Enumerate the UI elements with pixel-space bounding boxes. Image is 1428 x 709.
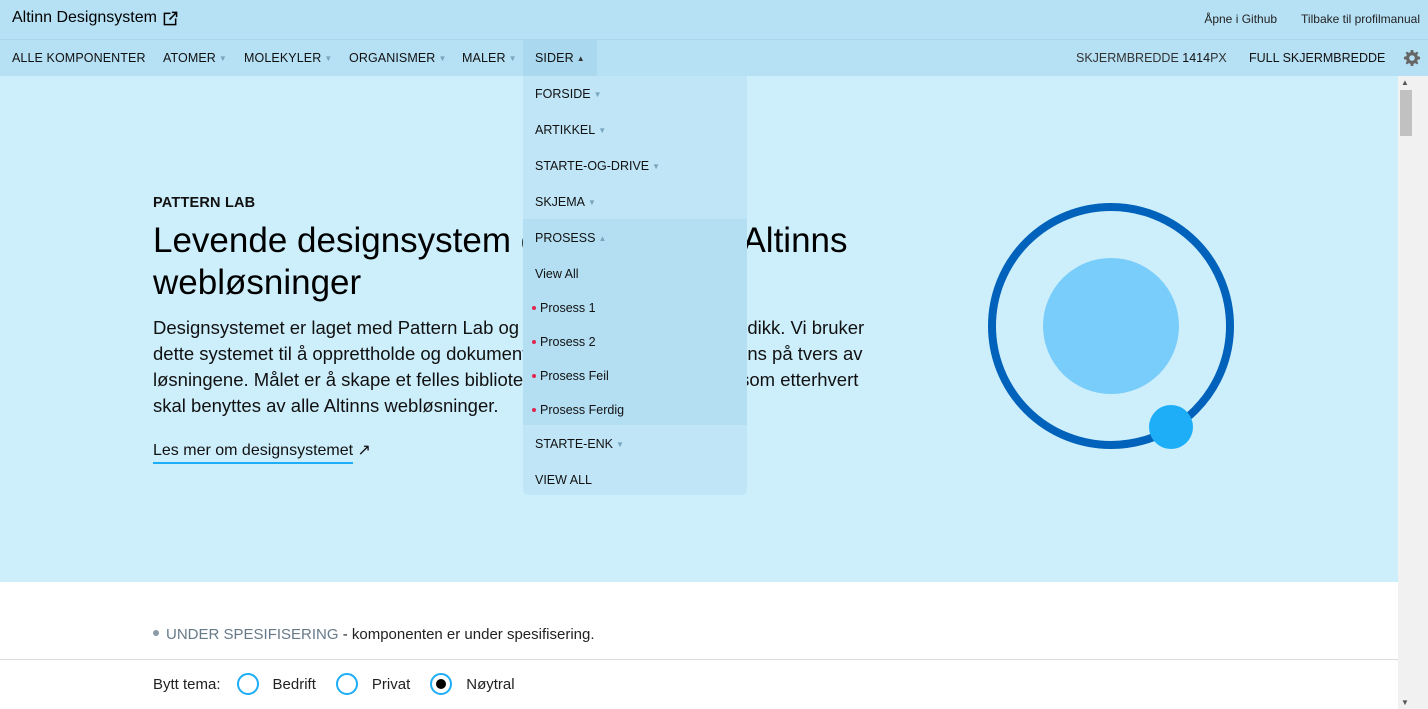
scrollbar-thumb[interactable]: [1400, 90, 1412, 136]
nav-organismer[interactable]: ORGANISMER ▼: [349, 40, 446, 76]
vertical-scrollbar[interactable]: ▲ ▼: [1398, 76, 1428, 709]
theme-switcher: Bytt tema: Bedrift Privat Nøytral: [153, 669, 535, 699]
nav-label: MALER: [462, 51, 506, 65]
theme-radio-privat[interactable]: [335, 673, 358, 695]
nav-molekyler[interactable]: MOLEKYLER ▼: [244, 40, 332, 76]
hero-heading: Levende designsystem og verktøy for Alti…: [153, 221, 848, 302]
menu-label: STARTE-ENK: [535, 437, 614, 451]
menu-item-starte-enk[interactable]: STARTE-ENK ▼: [535, 437, 624, 451]
nav-label: MOLEKYLER: [244, 51, 322, 65]
menu-item-forside[interactable]: FORSIDE ▼: [535, 87, 601, 101]
caret-down-icon: ▼: [652, 162, 661, 171]
back-to-profile-link[interactable]: Tilbake til profilmanual: [1301, 12, 1420, 26]
caret-down-icon: ▼: [588, 198, 596, 207]
main-nav: ALLE KOMPONENTER ATOMER ▼ MOLEKYLER ▼ ORGA…: [0, 40, 1428, 76]
status-tag: UNDER SPESIFISERING: [166, 626, 339, 643]
caret-down-icon: ▼: [218, 54, 227, 63]
top-bar: Altinn Designsystem Åpne i Github Tilbak…: [0, 0, 1428, 40]
status-text: - komponenten er under spesifisering.: [338, 626, 595, 643]
menu-label: Prosess Ferdig: [540, 403, 625, 417]
orbit-dot-shape: [1149, 405, 1193, 449]
menu-label: Prosess 2: [540, 335, 596, 349]
divider: [0, 659, 1398, 660]
nav-all-components[interactable]: ALLE KOMPONENTER: [12, 40, 146, 76]
nav-maler[interactable]: MALER ▼: [462, 40, 517, 76]
nav-sider[interactable]: SIDER ▲: [523, 40, 597, 76]
menu-item-view-all[interactable]: VIEW ALL: [535, 473, 592, 487]
screen-width-value: 1414: [1182, 51, 1211, 65]
caret-up-icon: ▲: [598, 234, 607, 243]
caret-down-icon: ▼: [324, 54, 333, 63]
read-more-label: Les mer om designsystemet: [153, 442, 354, 464]
full-width-button[interactable]: FULL SKJERMBREDDE: [1249, 40, 1385, 76]
menu-label: Prosess 1: [540, 301, 596, 315]
menu-item-starte-og-drive[interactable]: STARTE-OG-DRIVE ▼: [535, 159, 660, 173]
theme-option-label[interactable]: Nøytral: [466, 676, 514, 693]
screen-width-unit: PX: [1210, 51, 1227, 65]
caret-down-icon: ▼: [616, 440, 624, 449]
caret-down-icon: ▼: [593, 90, 602, 99]
menu-label: PROSESS: [535, 231, 596, 245]
sider-dropdown-menu: FORSIDE ▼ ARTIKKEL ▼ STARTE-OG-DRIVE ▼ SKJE…: [523, 76, 747, 495]
full-width-label: FULL SKJERMBREDDE: [1249, 51, 1386, 65]
caret-down-icon: ▼: [598, 126, 607, 135]
nav-label: ATOMER: [163, 51, 216, 65]
gear-icon[interactable]: [1404, 50, 1420, 66]
submenu-item-prosess-feil[interactable]: Prosess Feil: [532, 369, 609, 383]
menu-label: STARTE-OG-DRIVE: [535, 159, 650, 173]
status-legend: UNDER SPESIFISERING - komponenten er und…: [153, 626, 595, 643]
submenu-item-prosess-ferdig[interactable]: Prosess Ferdig: [532, 403, 624, 417]
external-link-icon: [163, 10, 178, 25]
menu-label: ARTIKKEL: [535, 123, 596, 137]
github-link[interactable]: Åpne i Github: [1204, 12, 1277, 26]
theme-option-label[interactable]: Privat: [372, 676, 410, 693]
caret-down-icon: ▼: [508, 54, 517, 63]
hero-eyebrow: PATTERN LAB: [153, 195, 256, 211]
nav-atomer[interactable]: ATOMER ▼: [163, 40, 227, 76]
hero-illustration: [988, 203, 1234, 449]
read-more-link[interactable]: Les mer om designsystemet ↗: [153, 440, 371, 464]
brand-link[interactable]: Altinn Designsystem: [12, 9, 178, 27]
theme-label: Bytt tema:: [153, 675, 221, 693]
status-dot-icon: [532, 306, 536, 310]
scroll-down-arrow-icon[interactable]: ▼: [1401, 698, 1409, 707]
status-dot-icon: [532, 340, 536, 344]
hero-lead: Designsystemet er laget med Pattern Lab …: [153, 317, 865, 416]
theme-option-label[interactable]: Bedrift: [273, 676, 316, 693]
prosess-submenu: PROSESS ▲ View All Prosess 1 Prosess 2 Pr…: [523, 219, 747, 425]
caret-up-icon: ▲: [576, 54, 585, 63]
brand-title: Altinn Designsystem: [12, 9, 157, 26]
status-dot-icon: [532, 408, 536, 412]
status-bullet-icon: [153, 630, 159, 636]
screen-width-label: SKJERMBREDDE: [1076, 51, 1179, 65]
menu-label: View All: [535, 267, 579, 281]
top-links: Åpne i Github Tilbake til profilmanual: [1204, 12, 1420, 26]
submenu-item-view-all[interactable]: View All: [535, 267, 579, 281]
nav-label: ALLE KOMPONENTER: [12, 51, 146, 65]
menu-item-skjema[interactable]: SKJEMA ▼: [535, 195, 596, 209]
menu-label: VIEW ALL: [535, 473, 592, 487]
menu-label: Prosess Feil: [540, 369, 609, 383]
screen-width-display[interactable]: SKJERMBREDDE 1414PX: [1076, 40, 1227, 76]
menu-label: SKJEMA: [535, 195, 586, 209]
caret-down-icon: ▼: [438, 54, 447, 63]
menu-label: FORSIDE: [535, 87, 591, 101]
menu-item-artikkel[interactable]: ARTIKKEL ▼: [535, 123, 606, 137]
nav-label: SIDER: [535, 51, 574, 65]
menu-item-prosess[interactable]: PROSESS ▲: [535, 231, 606, 245]
inner-circle-shape: [1043, 258, 1179, 394]
arrow-up-right-icon: ↗: [357, 442, 371, 459]
status-dot-icon: [532, 374, 536, 378]
submenu-item-prosess-1[interactable]: Prosess 1: [532, 301, 596, 315]
theme-radio-bedrift[interactable]: [236, 673, 259, 695]
nav-label: ORGANISMER: [349, 51, 436, 65]
scroll-up-arrow-icon[interactable]: ▲: [1401, 78, 1409, 87]
theme-radio-noytral[interactable]: [430, 673, 453, 695]
submenu-item-prosess-2[interactable]: Prosess 2: [532, 335, 596, 349]
